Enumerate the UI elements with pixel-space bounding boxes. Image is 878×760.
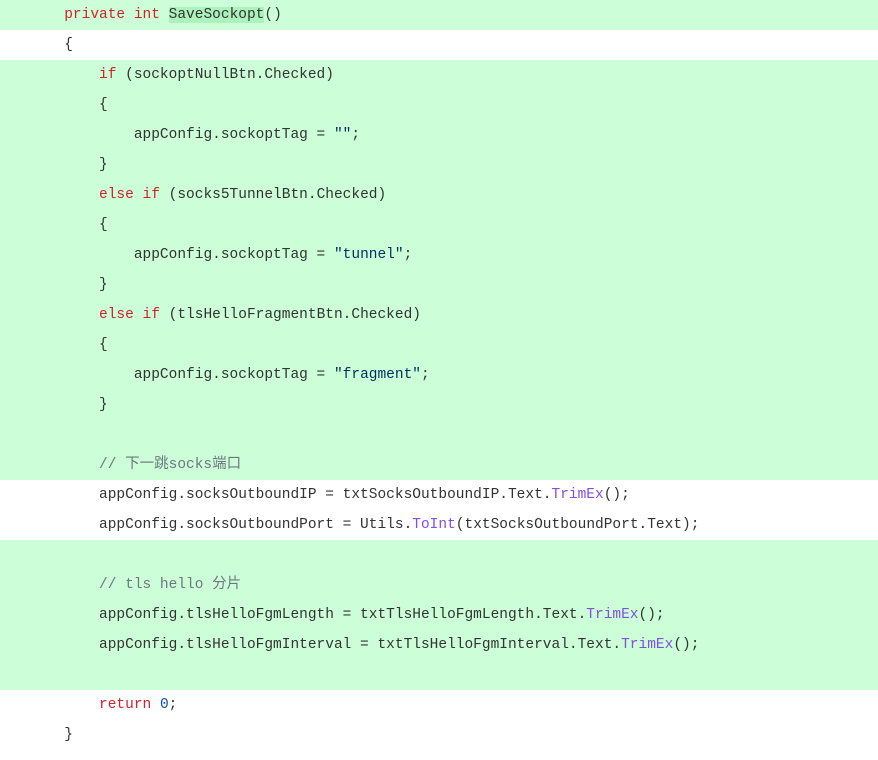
code-token: else: [99, 187, 134, 203]
code-token: ToInt: [412, 517, 456, 533]
code-token: {: [99, 217, 108, 233]
code-line[interactable]: {: [0, 30, 878, 60]
code-line[interactable]: appConfig.socksOutboundPort = Utils.ToIn…: [0, 510, 878, 540]
code-token: private: [64, 7, 125, 23]
code-token: appConfig.tlsHelloFgmInterval = txtTlsHe…: [99, 637, 621, 653]
code-line[interactable]: return 0;: [0, 690, 878, 720]
code-token: int: [134, 7, 160, 23]
code-token: TrimEx: [586, 607, 638, 623]
code-line[interactable]: {: [0, 330, 878, 360]
code-token: return: [99, 697, 151, 713]
code-token: appConfig.sockoptTag =: [134, 247, 334, 263]
code-token: ();: [639, 607, 665, 623]
code-line[interactable]: else if (tlsHelloFragmentBtn.Checked): [0, 300, 878, 330]
code-token: [134, 187, 143, 203]
code-token: }: [64, 727, 73, 743]
code-token: (tlsHelloFragmentBtn.Checked): [160, 307, 421, 323]
code-token: ;: [169, 697, 178, 713]
code-token: if: [143, 187, 160, 203]
code-token: appConfig.sockoptTag =: [134, 367, 334, 383]
code-line[interactable]: appConfig.sockoptTag = "";: [0, 120, 878, 150]
code-token: ;: [351, 127, 360, 143]
code-token: SaveSockopt: [169, 7, 265, 23]
code-line[interactable]: appConfig.tlsHelloFgmLength = txtTlsHell…: [0, 600, 878, 630]
code-token: TrimEx: [552, 487, 604, 503]
code-line[interactable]: appConfig.sockoptTag = "fragment";: [0, 360, 878, 390]
code-token: "": [334, 127, 351, 143]
code-line[interactable]: }: [0, 150, 878, 180]
code-token: ();: [604, 487, 630, 503]
code-line[interactable]: // 下一跳socks端口: [0, 450, 878, 480]
code-line[interactable]: private int SaveSockopt(): [0, 0, 878, 30]
code-token: appConfig.socksOutboundIP = txtSocksOutb…: [99, 487, 551, 503]
code-token: "tunnel": [334, 247, 404, 263]
code-line[interactable]: else if (socks5TunnelBtn.Checked): [0, 180, 878, 210]
code-token: }: [99, 277, 108, 293]
code-token: ;: [404, 247, 413, 263]
code-line[interactable]: }: [0, 720, 878, 750]
code-line[interactable]: {: [0, 210, 878, 240]
code-token: (txtSocksOutboundPort.Text);: [456, 517, 700, 533]
code-token: ();: [673, 637, 699, 653]
code-token: [151, 697, 160, 713]
code-token: // tls hello 分片: [99, 577, 241, 593]
code-token: // 下一跳socks端口: [99, 457, 241, 473]
code-token: (): [264, 7, 281, 23]
code-token: [125, 7, 134, 23]
code-token: [160, 7, 169, 23]
code-token: appConfig.tlsHelloFgmLength = txtTlsHell…: [99, 607, 586, 623]
code-line[interactable]: [0, 420, 878, 450]
code-line[interactable]: [0, 540, 878, 570]
code-token: (sockoptNullBtn.Checked): [116, 67, 334, 83]
code-token: if: [143, 307, 160, 323]
code-line[interactable]: appConfig.tlsHelloFgmInterval = txtTlsHe…: [0, 630, 878, 660]
code-line[interactable]: {: [0, 90, 878, 120]
code-token: [134, 307, 143, 323]
code-line[interactable]: }: [0, 270, 878, 300]
code-token: appConfig.sockoptTag =: [134, 127, 334, 143]
code-token: {: [99, 337, 108, 353]
code-token: appConfig.socksOutboundPort = Utils.: [99, 517, 412, 533]
code-line[interactable]: // tls hello 分片: [0, 570, 878, 600]
code-token: ;: [421, 367, 430, 383]
code-token: if: [99, 67, 116, 83]
code-line[interactable]: [0, 660, 878, 690]
code-token: else: [99, 307, 134, 323]
code-token: }: [99, 157, 108, 173]
code-token: (socks5TunnelBtn.Checked): [160, 187, 386, 203]
code-diff-view[interactable]: private int SaveSockopt() { if (sockoptN…: [0, 0, 878, 750]
code-token: TrimEx: [621, 637, 673, 653]
code-line[interactable]: appConfig.socksOutboundIP = txtSocksOutb…: [0, 480, 878, 510]
code-line[interactable]: if (sockoptNullBtn.Checked): [0, 60, 878, 90]
code-token: {: [99, 97, 108, 113]
code-token: 0: [160, 697, 169, 713]
code-line[interactable]: appConfig.sockoptTag = "tunnel";: [0, 240, 878, 270]
code-token: {: [64, 37, 73, 53]
code-line[interactable]: }: [0, 390, 878, 420]
code-token: "fragment": [334, 367, 421, 383]
code-token: }: [99, 397, 108, 413]
